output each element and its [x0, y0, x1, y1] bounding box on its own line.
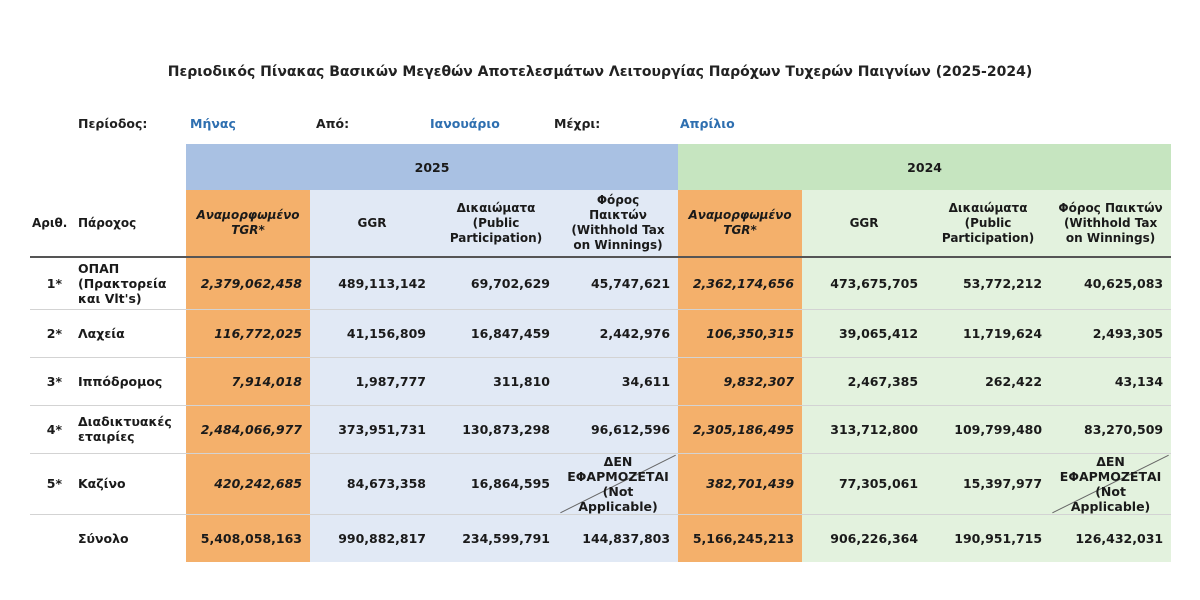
to-label: Μέχρι:: [554, 116, 601, 131]
period-label: Περίοδος:: [78, 116, 148, 131]
total-rights-2025: 234,599,791: [434, 513, 558, 562]
tgr-2024-cell: 9,832,307: [678, 356, 803, 405]
tgr-2025-cell: 2,379,062,458: [186, 256, 310, 309]
rights-2024-cell: 53,772,212: [926, 256, 1051, 309]
row-number: 4*: [30, 404, 70, 453]
col-header-ggr-2025: GGR: [310, 190, 434, 258]
tax-2025-cell: 34,611: [558, 356, 679, 405]
tgr-2025-cell: 2,484,066,977: [186, 404, 310, 453]
row-number: 5*: [30, 452, 70, 514]
period-value: Μήνας: [190, 116, 236, 131]
tax-2024-cell: 2,493,305: [1050, 308, 1172, 357]
total-ggr-2024: 906,226,364: [802, 513, 927, 562]
total-rights-2024: 190,951,715: [926, 513, 1051, 562]
rights-2024-cell: 109,799,480: [926, 404, 1051, 453]
tgr-2024-cell: 2,305,186,495: [678, 404, 803, 453]
rights-2025-cell: 16,847,459: [434, 308, 558, 357]
table-row: 3* Ιππόδρομος 7,914,018 1,987,777 311,81…: [30, 356, 1172, 405]
rights-2025-cell: 311,810: [434, 356, 558, 405]
row-number: 2*: [30, 308, 70, 357]
rights-2024-cell: 11,719,624: [926, 308, 1051, 357]
ggr-2025-cell: 84,673,358: [310, 452, 434, 514]
provider-name: Καζίνο: [70, 452, 186, 514]
ggr-2025-cell: 489,113,142: [310, 256, 434, 309]
tax-2024-cell: 43,134: [1050, 356, 1172, 405]
col-header-num: Αριθ.: [30, 190, 70, 258]
total-tax-2025: 144,837,803: [558, 513, 679, 562]
row-number: 3*: [30, 356, 70, 405]
col-header-tax-2025: Φόρος Παικτών (Withhold Tax on Winnings): [558, 190, 679, 258]
col-header-ggr-2024: GGR: [802, 190, 927, 258]
ggr-2024-cell: 39,065,412: [802, 308, 927, 357]
total-tax-2024: 126,432,031: [1050, 513, 1172, 562]
total-label: Σύνολο: [70, 513, 186, 562]
table-row: 2* Λαχεία 116,772,025 41,156,809 16,847,…: [30, 308, 1172, 357]
ggr-2024-cell: 313,712,800: [802, 404, 927, 453]
tax-2024-cell: 40,625,083: [1050, 256, 1172, 309]
provider-name: ΟΠΑΠ (Πρακτορεία και Vlt's): [70, 256, 186, 309]
provider-name: Διαδικτυακές εταιρίες: [70, 404, 186, 453]
ggr-2025-cell: 41,156,809: [310, 308, 434, 357]
ggr-2024-cell: 2,467,385: [802, 356, 927, 405]
results-table: 2025 2024 Αριθ. Πάροχος Αναμορφωμένο TGR…: [30, 144, 1172, 562]
col-header-rights-2025: Δικαιώματα (Public Participation): [434, 190, 558, 258]
total-tgr-2024: 5,166,245,213: [678, 513, 803, 562]
tgr-2025-cell: 420,242,685: [186, 452, 310, 514]
to-value: Απρίλιο: [680, 116, 735, 131]
year-2025-header: 2025: [186, 144, 679, 190]
tax-2025-not-applicable: ΔΕΝ ΕΦΑΡΜΟΖΕΤΑΙ (Not Applicable): [558, 452, 679, 514]
rights-2025-cell: 16,864,595: [434, 452, 558, 514]
page-title: Περιοδικός Πίνακας Βασικών Μεγεθών Αποτε…: [167, 64, 1033, 80]
table-row: 5* Καζίνο 420,242,685 84,673,358 16,864,…: [30, 452, 1172, 514]
rights-2025-cell: 130,873,298: [434, 404, 558, 453]
ggr-2024-cell: 77,305,061: [802, 452, 927, 514]
col-header-tgr-2024: Αναμορφωμένο TGR*: [678, 190, 803, 258]
provider-name: Ιππόδρομος: [70, 356, 186, 405]
tax-2025-cell: 96,612,596: [558, 404, 679, 453]
year-2024-header: 2024: [678, 144, 1172, 190]
tax-2025-cell: 45,747,621: [558, 256, 679, 309]
total-row: Σύνολο 5,408,058,163 990,882,817 234,599…: [30, 513, 1172, 562]
tgr-2024-cell: 382,701,439: [678, 452, 803, 514]
row-number: 1*: [30, 256, 70, 309]
rights-2024-cell: 262,422: [926, 356, 1051, 405]
col-header-provider: Πάροχος: [70, 190, 186, 258]
from-label: Από:: [316, 116, 350, 131]
col-header-tgr-2025: Αναμορφωμένο TGR*: [186, 190, 310, 258]
tax-2024-not-applicable: ΔΕΝ ΕΦΑΡΜΟΖΕΤΑΙ (Not Applicable): [1050, 452, 1172, 514]
tgr-2025-cell: 116,772,025: [186, 308, 310, 357]
ggr-2025-cell: 373,951,731: [310, 404, 434, 453]
ggr-2025-cell: 1,987,777: [310, 356, 434, 405]
total-ggr-2025: 990,882,817: [310, 513, 434, 562]
tgr-2024-cell: 2,362,174,656: [678, 256, 803, 309]
table-row: 1* ΟΠΑΠ (Πρακτορεία και Vlt's) 2,379,062…: [30, 256, 1172, 309]
rights-2025-cell: 69,702,629: [434, 256, 558, 309]
tgr-2024-cell: 106,350,315: [678, 308, 803, 357]
table-row: 4* Διαδικτυακές εταιρίες 2,484,066,977 3…: [30, 404, 1172, 453]
year-header-row: 2025 2024: [30, 144, 1172, 190]
from-value: Ιανουάριο: [430, 116, 500, 131]
tax-2024-cell: 83,270,509: [1050, 404, 1172, 453]
total-tgr-2025: 5,408,058,163: [186, 513, 310, 562]
col-header-rights-2024: Δικαιώματα (Public Participation): [926, 190, 1051, 258]
col-header-tax-2024: Φόρος Παικτών (Withhold Tax on Winnings): [1050, 190, 1172, 258]
column-header-row: Αριθ. Πάροχος Αναμορφωμένο TGR* GGR Δικα…: [30, 190, 1172, 258]
provider-name: Λαχεία: [70, 308, 186, 357]
rights-2024-cell: 15,397,977: [926, 452, 1051, 514]
tax-2025-cell: 2,442,976: [558, 308, 679, 357]
tgr-2025-cell: 7,914,018: [186, 356, 310, 405]
ggr-2024-cell: 473,675,705: [802, 256, 927, 309]
